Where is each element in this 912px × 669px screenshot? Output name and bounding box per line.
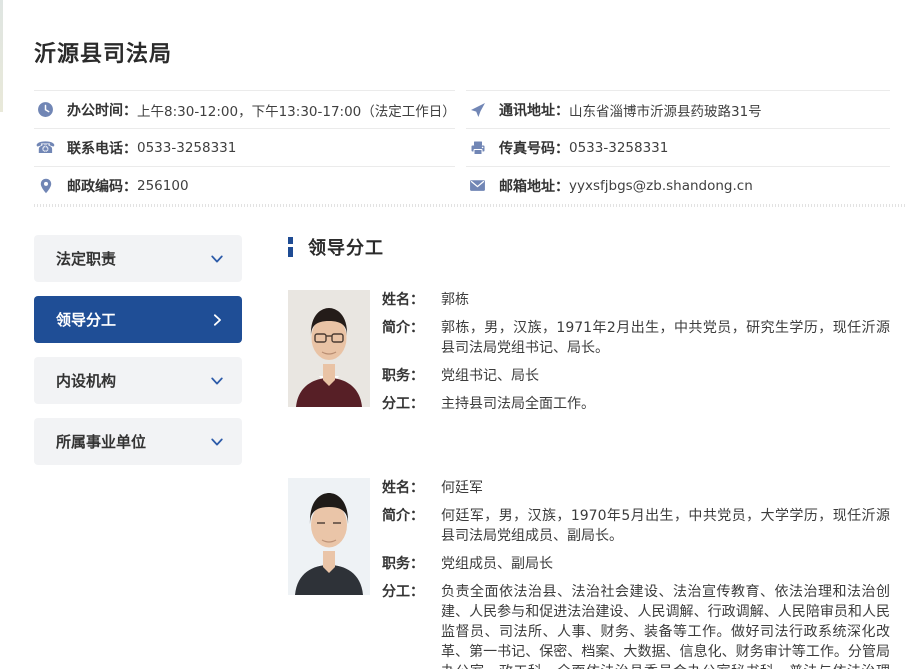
field-value: 主持县司法局全面工作。 <box>441 394 890 414</box>
page: 沂源县司法局 办公时间： 上午8:30-12:00，下午13:30-17:00（… <box>0 0 912 669</box>
info-postal-code: 邮政编码： 256100 <box>34 166 455 204</box>
field-value: 负责全面依法治县、法治社会建设、法治宣传教育、依法治理和法治创建、人民参与和促进… <box>441 582 890 669</box>
info-value: 256100 <box>137 178 189 194</box>
info-office-hours: 办公时间： 上午8:30-12:00，下午13:30-17:00（法定工作日） <box>34 90 455 128</box>
chevron-down-icon <box>210 374 224 388</box>
info-value: yyxsfjbgs@zb.shandong.cn <box>569 178 753 194</box>
sidebar-item-leadership[interactable]: 领导分工 <box>34 296 242 343</box>
info-email: 邮箱地址： yyxsfjbgs@zb.shandong.cn <box>466 166 890 204</box>
field-name: 姓名： 何廷军 <box>382 478 890 498</box>
info-value: 上午8:30-12:00，下午13:30-17:00（法定工作日） <box>137 100 456 120</box>
leader-fields: 姓名： 郭栋 简介： 郭栋，男，汉族，1971年2月出生，中共党员，研究生学历，… <box>382 290 890 422</box>
field-value: 郭栋 <box>441 290 890 310</box>
field-label: 职务： <box>382 366 428 386</box>
left-edge-strip <box>0 0 3 112</box>
chevron-right-icon <box>210 313 224 327</box>
field-value: 何廷军，男，汉族，1970年5月出生，中共党员，大学学历，现任沂源县司法局党组成… <box>441 506 890 546</box>
info-label: 邮箱地址： <box>499 176 569 196</box>
leader-photo <box>288 290 370 407</box>
field-value: 郭栋，男，汉族，1971年2月出生，中共党员，研究生学历，现任沂源县司法局党组书… <box>441 318 890 358</box>
chevron-down-icon <box>210 252 224 266</box>
field-label: 简介： <box>382 506 428 546</box>
chevron-down-icon <box>210 435 224 449</box>
field-label: 职务： <box>382 554 428 574</box>
info-label: 办公时间： <box>67 100 137 120</box>
section-title: 领导分工 <box>308 234 384 260</box>
info-value: 0533-3258331 <box>137 140 236 156</box>
field-bio: 简介： 何廷军，男，汉族，1970年5月出生，中共党员，大学学历，现任沂源县司法… <box>382 506 890 546</box>
dotted-divider <box>34 204 905 208</box>
info-fax: 传真号码： 0533-3258331 <box>466 128 890 166</box>
field-name: 姓名： 郭栋 <box>382 290 890 310</box>
field-duty: 分工： 负责全面依法治县、法治社会建设、法治宣传教育、依法治理和法治创建、人民参… <box>382 582 890 669</box>
leader-fields: 姓名： 何廷军 简介： 何廷军，男，汉族，1970年5月出生，中共党员，大学学历… <box>382 478 890 669</box>
mail-icon <box>469 177 486 194</box>
field-duty: 分工： 主持县司法局全面工作。 <box>382 394 890 414</box>
field-label: 分工： <box>382 582 428 669</box>
info-label: 通讯地址： <box>499 100 569 120</box>
field-value: 何廷军 <box>441 478 890 498</box>
sidebar-item-label: 内设机构 <box>56 370 116 391</box>
phone-icon: ☎ <box>37 139 54 156</box>
field-value: 党组成员、副局长 <box>441 554 890 574</box>
info-phone: ☎ 联系电话： 0533-3258331 <box>34 128 455 166</box>
field-title: 职务： 党组成员、副局长 <box>382 554 890 574</box>
sidebar-item-label: 领导分工 <box>56 309 116 330</box>
info-label: 传真号码： <box>499 138 569 158</box>
info-value: 山东省淄博市沂源县药玻路31号 <box>569 100 762 120</box>
leader-photo <box>288 478 370 595</box>
contact-info-panel: 办公时间： 上午8:30-12:00，下午13:30-17:00（法定工作日） … <box>34 90 890 204</box>
info-label: 联系电话： <box>67 138 137 158</box>
leader-profile: 姓名： 何廷军 简介： 何廷军，男，汉族，1970年5月出生，中共党员，大学学历… <box>288 478 890 669</box>
sidebar-item-affiliated-units[interactable]: 所属事业单位 <box>34 418 242 465</box>
section-marker-bar <box>288 237 293 257</box>
field-bio: 简介： 郭栋，男，汉族，1971年2月出生，中共党员，研究生学历，现任沂源县司法… <box>382 318 890 358</box>
sidebar-item-legal-duties[interactable]: 法定职责 <box>34 235 242 282</box>
field-value: 党组书记、局长 <box>441 366 890 386</box>
info-label: 邮政编码： <box>67 176 137 196</box>
field-label: 简介： <box>382 318 428 358</box>
sidebar-item-label: 法定职责 <box>56 248 116 269</box>
clock-icon <box>37 101 54 118</box>
field-label: 分工： <box>382 394 428 414</box>
location-icon <box>37 177 54 194</box>
section-header: 领导分工 <box>288 235 890 259</box>
send-icon <box>469 101 486 118</box>
info-mailing-address: 通讯地址： 山东省淄博市沂源县药玻路31号 <box>466 90 890 128</box>
sidebar-item-internal-orgs[interactable]: 内设机构 <box>34 357 242 404</box>
page-title: 沂源县司法局 <box>34 36 890 68</box>
field-label: 姓名： <box>382 478 428 498</box>
info-value: 0533-3258331 <box>569 140 668 156</box>
sidebar-item-label: 所属事业单位 <box>56 431 146 452</box>
leader-profile: 姓名： 郭栋 简介： 郭栋，男，汉族，1971年2月出生，中共党员，研究生学历，… <box>288 290 890 422</box>
field-title: 职务： 党组书记、局长 <box>382 366 890 386</box>
sidebar-nav: 法定职责 领导分工 内设机构 所属事业单位 <box>34 235 242 669</box>
main-content: 领导分工 <box>288 235 890 669</box>
field-label: 姓名： <box>382 290 428 310</box>
fax-icon <box>469 139 486 156</box>
